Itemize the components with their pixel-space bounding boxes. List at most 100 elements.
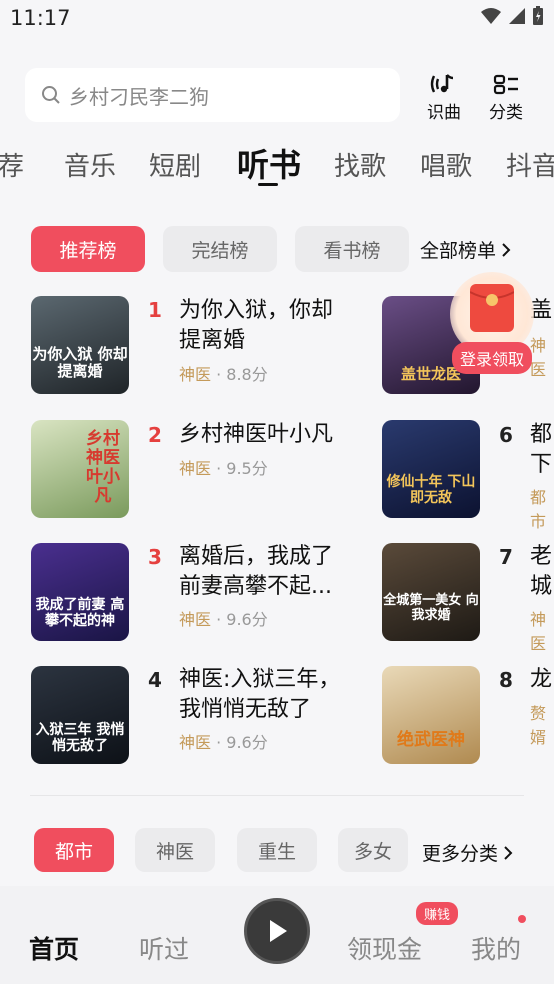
nav-home[interactable]: 首页: [29, 930, 79, 966]
book-cover: 为你入狱 你却提离婚: [31, 296, 129, 394]
book-cover: 入狱三年 我悄悄无敌了: [31, 666, 129, 764]
tab-sing[interactable]: 唱歌: [420, 146, 472, 183]
cover-text: 为你入狱 你却提离婚: [32, 345, 128, 380]
book-title-line2: 提离婚: [179, 328, 246, 353]
more-categories-label: 更多分类: [422, 843, 499, 865]
cover-text: 全城第一美女 向我求婚: [383, 593, 479, 623]
music-recognize-button[interactable]: 识曲: [419, 72, 469, 123]
book-title-line2: 下: [530, 452, 553, 477]
book-rank: 4: [148, 668, 162, 692]
genre-chip-rebirth[interactable]: 重生: [237, 828, 317, 872]
wifi-icon: [481, 8, 501, 24]
nav-mine[interactable]: 我的: [471, 930, 521, 966]
book-tag: 神医: [530, 610, 547, 653]
book-cover: 修仙十年 下山即无敌: [382, 420, 480, 518]
book-tag: 神医: [179, 365, 212, 384]
book-tag: 赘婿: [530, 704, 547, 747]
book-title-line1: 乡村神医叶小凡: [179, 422, 334, 447]
tab-short-drama[interactable]: 短剧: [149, 146, 201, 183]
tab-recommend[interactable]: 荐: [0, 146, 24, 183]
book-title-line1: 神医:入狱三年，: [179, 667, 341, 692]
book-title[interactable]: 神医:入狱三年， 我悄悄无敌了: [179, 665, 369, 725]
chip-reading-rank[interactable]: 看书榜: [295, 226, 409, 272]
book-cover: 全城第一美女 向我求婚: [382, 543, 480, 641]
book-tag: 神医: [179, 459, 212, 478]
book-meta: 赘婿: [530, 700, 554, 748]
book-meta: 神医 · 8.8分: [179, 365, 268, 384]
cover-text: 修仙十年 下山即无敌: [386, 474, 476, 506]
tab-audiobook[interactable]: 听书: [237, 140, 301, 186]
tab-music[interactable]: 音乐: [64, 146, 116, 183]
book-title-line2: 城: [530, 574, 553, 599]
book-cover: 我成了前妻 高攀不起的神: [31, 543, 129, 641]
book-rank: 8: [499, 668, 513, 692]
play-icon: [270, 920, 287, 942]
book-meta: 都市: [530, 484, 554, 532]
signal-icon: [509, 8, 525, 24]
category-tabs: 荐 音乐 短剧 听书 找歌 唱歌 抖音: [0, 140, 554, 188]
book-rank: 6: [499, 423, 513, 447]
book-item[interactable]: 修仙十年 下山即无敌: [382, 420, 480, 518]
book-title[interactable]: 乡村神医叶小凡: [179, 420, 369, 450]
active-tab-indicator: [258, 183, 278, 186]
category-label: 分类: [489, 103, 523, 123]
chevron-right-icon: [502, 242, 511, 257]
category-icon: [493, 74, 518, 95]
book-score: 8.8分: [226, 365, 268, 384]
cover-text: 乡村神医 叶小凡: [86, 429, 120, 506]
book-score: 9.5分: [226, 459, 268, 478]
search-icon: [41, 85, 61, 105]
promo-login-claim-button[interactable]: 登录领取: [452, 342, 533, 374]
book-item[interactable]: 我成了前妻 高攀不起的神: [31, 543, 129, 641]
genre-chip-urban[interactable]: 都市: [34, 828, 114, 872]
red-packet-icon[interactable]: [469, 284, 515, 332]
book-title-line1: 老: [530, 544, 553, 569]
section-divider: [30, 795, 524, 796]
nav-cash[interactable]: 领现金: [347, 930, 422, 966]
category-button[interactable]: 分类: [481, 72, 531, 123]
book-title[interactable]: 龙: [530, 665, 554, 695]
search-bar[interactable]: 乡村刁民李二狗: [25, 68, 400, 122]
book-rank: 1: [148, 298, 162, 322]
book-meta: 神医: [530, 606, 554, 654]
book-item[interactable]: 入狱三年 我悄悄无敌了: [31, 666, 129, 764]
book-tag: 神医: [179, 610, 212, 629]
tab-douyin[interactable]: 抖音: [506, 146, 554, 183]
book-title[interactable]: 老 城: [530, 542, 554, 602]
book-title-line1: 为你入狱，你却: [179, 298, 334, 323]
book-rank: 2: [148, 423, 162, 447]
nav-listened[interactable]: 听过: [139, 930, 189, 966]
book-title[interactable]: 为你入狱，你却 提离婚: [179, 296, 369, 356]
genre-chip-harem[interactable]: 多女: [338, 828, 408, 872]
chevron-right-icon: [504, 845, 513, 860]
music-recognize-label: 识曲: [427, 103, 461, 123]
book-item[interactable]: 绝武医神: [382, 666, 480, 764]
book-meta: 神医 · 9.6分: [179, 733, 268, 752]
book-tag: 神医: [179, 733, 212, 752]
book-title-line2: 我悄悄无敌了: [179, 697, 312, 722]
chip-recommend-rank[interactable]: 推荐榜: [31, 226, 145, 272]
more-categories-link[interactable]: 更多分类: [422, 839, 514, 866]
book-title[interactable]: 离婚后，我成了 前妻高攀不起...: [179, 542, 369, 602]
genre-chip-doctor[interactable]: 神医: [135, 828, 215, 872]
tab-find-song[interactable]: 找歌: [334, 146, 386, 183]
all-rank-link[interactable]: 全部榜单: [420, 236, 512, 263]
book-meta: 神医 · 9.6分: [179, 610, 268, 629]
book-item[interactable]: 全城第一美女 向我求婚: [382, 543, 480, 641]
book-title-line1: 都: [530, 422, 553, 447]
book-rank: 7: [499, 545, 513, 569]
battery-icon: [533, 6, 543, 25]
search-placeholder: 乡村刁民李二狗: [69, 84, 209, 109]
book-item[interactable]: 乡村神医 叶小凡: [31, 420, 129, 518]
status-time: 11:17: [10, 6, 71, 30]
chip-completed-rank[interactable]: 完结榜: [163, 226, 277, 272]
mini-player-button[interactable]: [244, 898, 310, 964]
all-rank-label: 全部榜单: [420, 240, 497, 262]
book-cover: 乡村神医 叶小凡: [31, 420, 129, 518]
book-score: 9.6分: [226, 733, 268, 752]
book-item[interactable]: 为你入狱 你却提离婚: [31, 296, 129, 394]
book-title[interactable]: 都 下: [530, 420, 554, 480]
book-title-line1: 离婚后，我成了: [179, 544, 334, 569]
book-rank: 3: [148, 545, 162, 569]
book-score: 9.6分: [226, 610, 268, 629]
